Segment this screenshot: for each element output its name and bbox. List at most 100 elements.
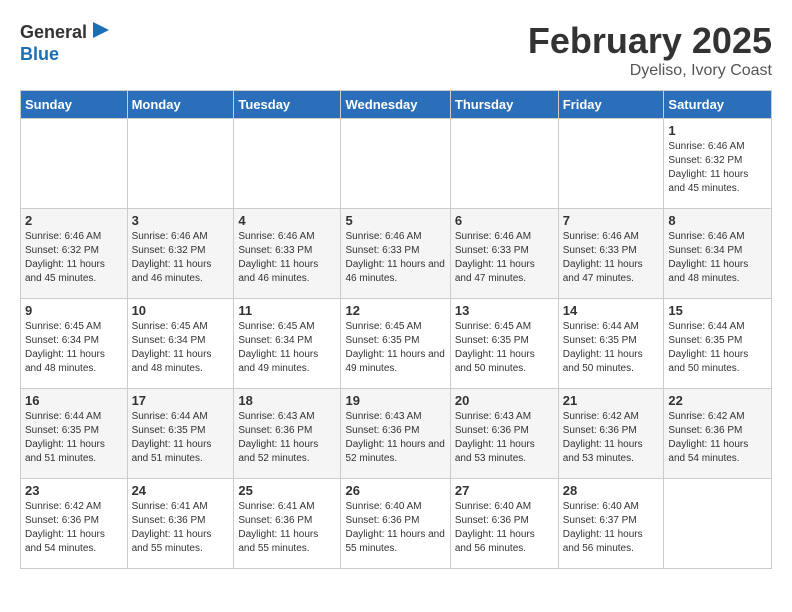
day-number: 1 (668, 123, 767, 138)
calendar-table: SundayMondayTuesdayWednesdayThursdayFrid… (20, 90, 772, 569)
day-info: Sunrise: 6:45 AM Sunset: 6:34 PM Dayligh… (132, 320, 230, 376)
calendar-day-cell: 3 Sunrise: 6:46 AM Sunset: 6:32 PM Daylig… (127, 209, 234, 299)
calendar-day-header: Sunday (21, 91, 128, 119)
day-info: Sunrise: 6:43 AM Sunset: 6:36 PM Dayligh… (455, 410, 554, 466)
day-info: Sunrise: 6:44 AM Sunset: 6:35 PM Dayligh… (668, 320, 767, 376)
calendar-day-cell (234, 119, 341, 209)
calendar-day-cell (664, 479, 772, 569)
calendar-day-cell: 20 Sunrise: 6:43 AM Sunset: 6:36 PM Dayli… (450, 389, 558, 479)
day-number: 27 (455, 483, 554, 498)
day-number: 23 (25, 483, 123, 498)
calendar-day-cell: 10Sunrise: 6:45 AM Sunset: 6:34 PM Dayli… (127, 299, 234, 389)
calendar-day-header: Wednesday (341, 91, 450, 119)
calendar-day-header: Friday (558, 91, 664, 119)
day-info: Sunrise: 6:40 AM Sunset: 6:36 PM Dayligh… (345, 500, 445, 556)
calendar-day-cell: 15 Sunrise: 6:44 AM Sunset: 6:35 PM Dayli… (664, 299, 772, 389)
logo-flag-icon (89, 20, 113, 44)
calendar-day-cell: 1 Sunrise: 6:46 AM Sunset: 6:32 PM Daylig… (664, 119, 772, 209)
calendar-day-cell: 23 Sunrise: 6:42 AM Sunset: 6:36 PM Dayli… (21, 479, 128, 569)
day-info: Sunrise: 6:41 AM Sunset: 6:36 PM Dayligh… (132, 500, 230, 556)
day-number: 25 (238, 483, 336, 498)
day-number: 3 (132, 213, 230, 228)
calendar-day-cell (341, 119, 450, 209)
calendar-day-cell (127, 119, 234, 209)
calendar-day-cell: 12Sunrise: 6:45 AM Sunset: 6:35 PM Dayli… (341, 299, 450, 389)
day-number: 26 (345, 483, 445, 498)
calendar-day-cell: 17 Sunrise: 6:44 AM Sunset: 6:35 PM Dayli… (127, 389, 234, 479)
calendar-week-row: 2Sunrise: 6:46 AM Sunset: 6:32 PM Daylig… (21, 209, 772, 299)
calendar-day-cell: 28 Sunrise: 6:40 AM Sunset: 6:37 PM Dayli… (558, 479, 664, 569)
calendar-day-cell: 22 Sunrise: 6:42 AM Sunset: 6:36 PM Dayli… (664, 389, 772, 479)
day-info: Sunrise: 6:45 AM Sunset: 6:35 PM Dayligh… (455, 320, 554, 376)
day-number: 8 (668, 213, 767, 228)
calendar-day-cell: 27 Sunrise: 6:40 AM Sunset: 6:36 PM Dayli… (450, 479, 558, 569)
calendar-day-cell: 25 Sunrise: 6:41 AM Sunset: 6:36 PM Dayli… (234, 479, 341, 569)
calendar-day-cell: 8 Sunrise: 6:46 AM Sunset: 6:34 PM Daylig… (664, 209, 772, 299)
logo-text-blue: Blue (20, 44, 59, 64)
day-info: Sunrise: 6:45 AM Sunset: 6:34 PM Dayligh… (238, 320, 336, 376)
day-number: 19 (345, 393, 445, 408)
calendar-day-cell (450, 119, 558, 209)
day-number: 5 (345, 213, 445, 228)
day-info: Sunrise: 6:42 AM Sunset: 6:36 PM Dayligh… (668, 410, 767, 466)
day-number: 16 (25, 393, 123, 408)
day-number: 14 (563, 303, 660, 318)
calendar-day-cell: 21Sunrise: 6:42 AM Sunset: 6:36 PM Dayli… (558, 389, 664, 479)
day-number: 22 (668, 393, 767, 408)
calendar-day-cell: 11 Sunrise: 6:45 AM Sunset: 6:34 PM Dayli… (234, 299, 341, 389)
calendar-day-cell: 2Sunrise: 6:46 AM Sunset: 6:32 PM Daylig… (21, 209, 128, 299)
day-number: 9 (25, 303, 123, 318)
day-info: Sunrise: 6:45 AM Sunset: 6:34 PM Dayligh… (25, 320, 123, 376)
day-info: Sunrise: 6:42 AM Sunset: 6:36 PM Dayligh… (25, 500, 123, 556)
day-number: 28 (563, 483, 660, 498)
calendar-week-row: 9 Sunrise: 6:45 AM Sunset: 6:34 PM Daylig… (21, 299, 772, 389)
day-info: Sunrise: 6:40 AM Sunset: 6:36 PM Dayligh… (455, 500, 554, 556)
calendar-week-row: 1 Sunrise: 6:46 AM Sunset: 6:32 PM Daylig… (21, 119, 772, 209)
calendar-day-cell: 9 Sunrise: 6:45 AM Sunset: 6:34 PM Daylig… (21, 299, 128, 389)
day-number: 24 (132, 483, 230, 498)
day-info: Sunrise: 6:43 AM Sunset: 6:36 PM Dayligh… (345, 410, 445, 466)
calendar-day-cell: 4Sunrise: 6:46 AM Sunset: 6:33 PM Daylig… (234, 209, 341, 299)
day-number: 11 (238, 303, 336, 318)
day-number: 7 (563, 213, 660, 228)
calendar-day-cell: 16 Sunrise: 6:44 AM Sunset: 6:35 PM Dayli… (21, 389, 128, 479)
logo: General Blue (20, 20, 113, 65)
day-info: Sunrise: 6:46 AM Sunset: 6:33 PM Dayligh… (345, 230, 445, 286)
day-info: Sunrise: 6:44 AM Sunset: 6:35 PM Dayligh… (132, 410, 230, 466)
day-number: 13 (455, 303, 554, 318)
calendar-day-cell (21, 119, 128, 209)
day-info: Sunrise: 6:46 AM Sunset: 6:33 PM Dayligh… (563, 230, 660, 286)
calendar-day-header: Thursday (450, 91, 558, 119)
day-number: 15 (668, 303, 767, 318)
calendar-day-header: Monday (127, 91, 234, 119)
day-number: 20 (455, 393, 554, 408)
day-info: Sunrise: 6:46 AM Sunset: 6:33 PM Dayligh… (455, 230, 554, 286)
day-info: Sunrise: 6:46 AM Sunset: 6:32 PM Dayligh… (668, 140, 767, 196)
day-number: 17 (132, 393, 230, 408)
day-info: Sunrise: 6:46 AM Sunset: 6:33 PM Dayligh… (238, 230, 336, 286)
calendar-header-row: SundayMondayTuesdayWednesdayThursdayFrid… (21, 91, 772, 119)
calendar-day-cell: 18 Sunrise: 6:43 AM Sunset: 6:36 PM Dayli… (234, 389, 341, 479)
calendar-day-cell: 19 Sunrise: 6:43 AM Sunset: 6:36 PM Dayli… (341, 389, 450, 479)
month-year-title: February 2025 (528, 20, 772, 62)
title-block: February 2025 Dyeliso, Ivory Coast (528, 20, 772, 80)
day-info: Sunrise: 6:41 AM Sunset: 6:36 PM Dayligh… (238, 500, 336, 556)
calendar-day-cell: 13 Sunrise: 6:45 AM Sunset: 6:35 PM Dayli… (450, 299, 558, 389)
day-info: Sunrise: 6:44 AM Sunset: 6:35 PM Dayligh… (563, 320, 660, 376)
day-info: Sunrise: 6:46 AM Sunset: 6:32 PM Dayligh… (25, 230, 123, 286)
calendar-day-cell: 5 Sunrise: 6:46 AM Sunset: 6:33 PM Daylig… (341, 209, 450, 299)
day-info: Sunrise: 6:43 AM Sunset: 6:36 PM Dayligh… (238, 410, 336, 466)
calendar-body: 1 Sunrise: 6:46 AM Sunset: 6:32 PM Daylig… (21, 119, 772, 569)
day-info: Sunrise: 6:46 AM Sunset: 6:32 PM Dayligh… (132, 230, 230, 286)
day-info: Sunrise: 6:44 AM Sunset: 6:35 PM Dayligh… (25, 410, 123, 466)
logo-text-general: General (20, 22, 87, 43)
day-info: Sunrise: 6:42 AM Sunset: 6:36 PM Dayligh… (563, 410, 660, 466)
calendar-day-cell: 6Sunrise: 6:46 AM Sunset: 6:33 PM Daylig… (450, 209, 558, 299)
day-info: Sunrise: 6:40 AM Sunset: 6:37 PM Dayligh… (563, 500, 660, 556)
day-info: Sunrise: 6:46 AM Sunset: 6:34 PM Dayligh… (668, 230, 767, 286)
day-number: 18 (238, 393, 336, 408)
location-subtitle: Dyeliso, Ivory Coast (528, 62, 772, 80)
calendar-day-header: Tuesday (234, 91, 341, 119)
calendar-week-row: 23 Sunrise: 6:42 AM Sunset: 6:36 PM Dayli… (21, 479, 772, 569)
calendar-week-row: 16 Sunrise: 6:44 AM Sunset: 6:35 PM Dayli… (21, 389, 772, 479)
